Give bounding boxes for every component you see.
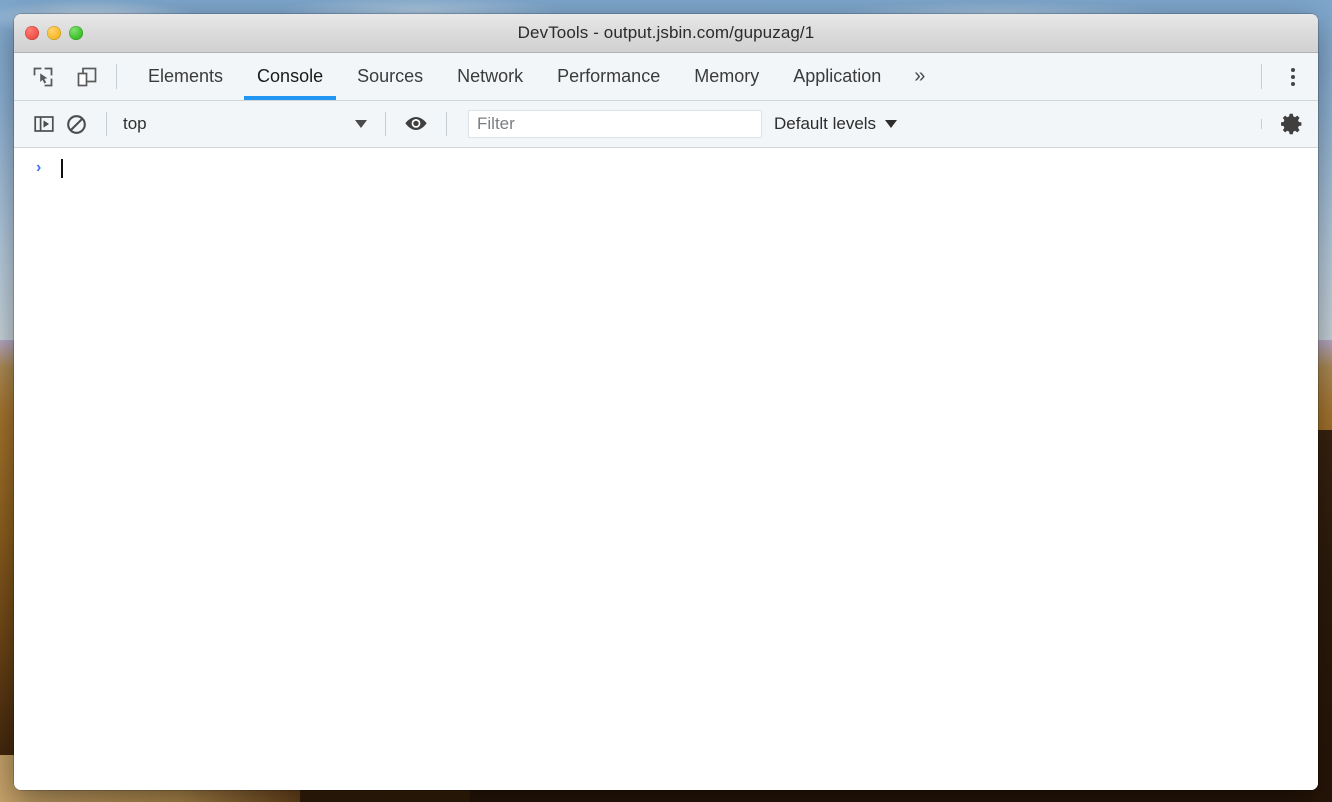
chevron-down-icon — [885, 120, 898, 128]
prompt-chevron-icon: › — [36, 159, 42, 176]
gear-icon[interactable] — [1276, 108, 1308, 140]
tab-label: Console — [257, 66, 324, 86]
tabbar-divider-2 — [1261, 64, 1262, 89]
execution-context-select[interactable]: top — [121, 114, 371, 134]
panel-tabs: Elements Console Sources Network Perform… — [131, 53, 1247, 100]
text-caret — [61, 158, 63, 178]
window-titlebar[interactable]: DevTools - output.jsbin.com/gupuzag/1 — [14, 14, 1318, 53]
console-toolbar-divider-2 — [385, 112, 386, 136]
tabbar-divider-1 — [116, 64, 117, 89]
chevron-down-icon — [355, 120, 367, 128]
kebab-dot — [1291, 74, 1295, 79]
tab-label: Sources — [357, 66, 424, 86]
kebab-dot — [1291, 67, 1295, 72]
console-sidebar-toggle-icon[interactable] — [28, 108, 60, 140]
console-output-area[interactable]: › — [14, 148, 1318, 790]
log-levels-select[interactable]: Default levels — [774, 114, 898, 134]
more-tabs-chevron-icon[interactable]: » — [898, 53, 941, 100]
tab-network[interactable]: Network — [440, 53, 540, 100]
console-prompt-row[interactable]: › — [14, 148, 1318, 180]
tabbar-icon-group — [14, 53, 102, 100]
window-controls — [25, 14, 83, 52]
minimize-button[interactable] — [47, 26, 61, 40]
filter-input[interactable]: Filter — [468, 110, 762, 138]
window-title: DevTools - output.jsbin.com/gupuzag/1 — [517, 23, 815, 42]
execution-context-value: top — [123, 114, 147, 133]
devtools-tabbar: Elements Console Sources Network Perform… — [14, 53, 1318, 101]
tab-application[interactable]: Application — [776, 53, 898, 100]
zoom-button[interactable] — [69, 26, 83, 40]
tabbar-right-group — [1247, 53, 1318, 100]
console-toolbar-divider-3 — [446, 112, 447, 136]
tab-label: Network — [457, 66, 524, 86]
more-options-icon[interactable] — [1276, 60, 1310, 94]
tab-performance[interactable]: Performance — [540, 53, 677, 100]
log-levels-label: Default levels — [774, 114, 877, 133]
tab-memory[interactable]: Memory — [677, 53, 776, 100]
console-toolbar-divider-4 — [1261, 119, 1262, 129]
inspect-element-icon[interactable] — [28, 62, 58, 92]
live-expression-eye-icon[interactable] — [400, 108, 432, 140]
tab-label: Elements — [148, 66, 224, 86]
close-button[interactable] — [25, 26, 39, 40]
tab-sources[interactable]: Sources — [340, 53, 440, 100]
clear-console-icon[interactable] — [60, 108, 92, 140]
tab-label: Application — [793, 66, 882, 86]
devtools-window: DevTools - output.jsbin.com/gupuzag/1 El… — [14, 14, 1318, 790]
tab-label: Performance — [557, 66, 661, 86]
kebab-dot — [1291, 81, 1295, 86]
filter-placeholder: Filter — [477, 114, 515, 133]
console-toolbar: top Filter Default levels — [14, 101, 1318, 148]
console-toolbar-divider-1 — [106, 112, 107, 136]
tab-elements[interactable]: Elements — [131, 53, 240, 100]
tab-label: Memory — [694, 66, 760, 86]
device-toolbar-icon[interactable] — [72, 62, 102, 92]
tab-console[interactable]: Console — [240, 53, 340, 100]
console-toolbar-right-group — [1247, 108, 1318, 140]
